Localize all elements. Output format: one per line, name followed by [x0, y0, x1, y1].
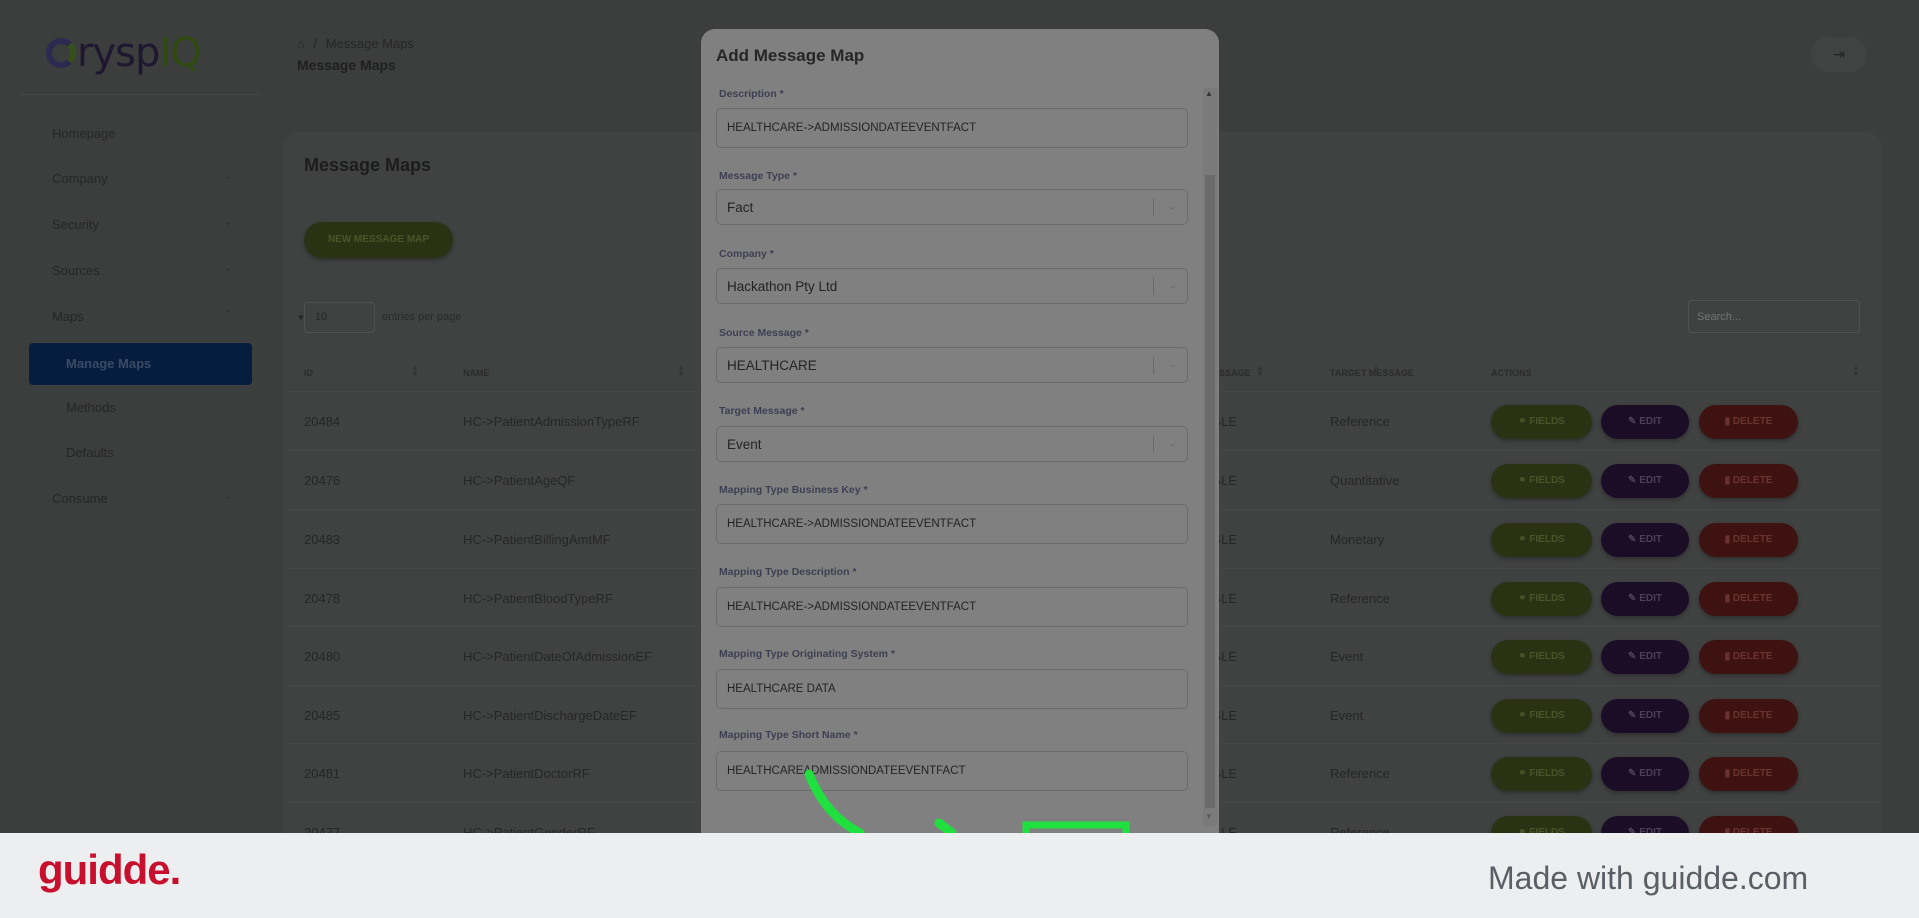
made-with-guidde: Made with guidde.com: [1488, 860, 1809, 896]
click-annotation: [804, 769, 1130, 843]
annotation-arrow-head: [934, 818, 957, 838]
annotation-arrow-stroke: [804, 769, 865, 838]
guidde-logo: guidde.: [38, 846, 181, 893]
